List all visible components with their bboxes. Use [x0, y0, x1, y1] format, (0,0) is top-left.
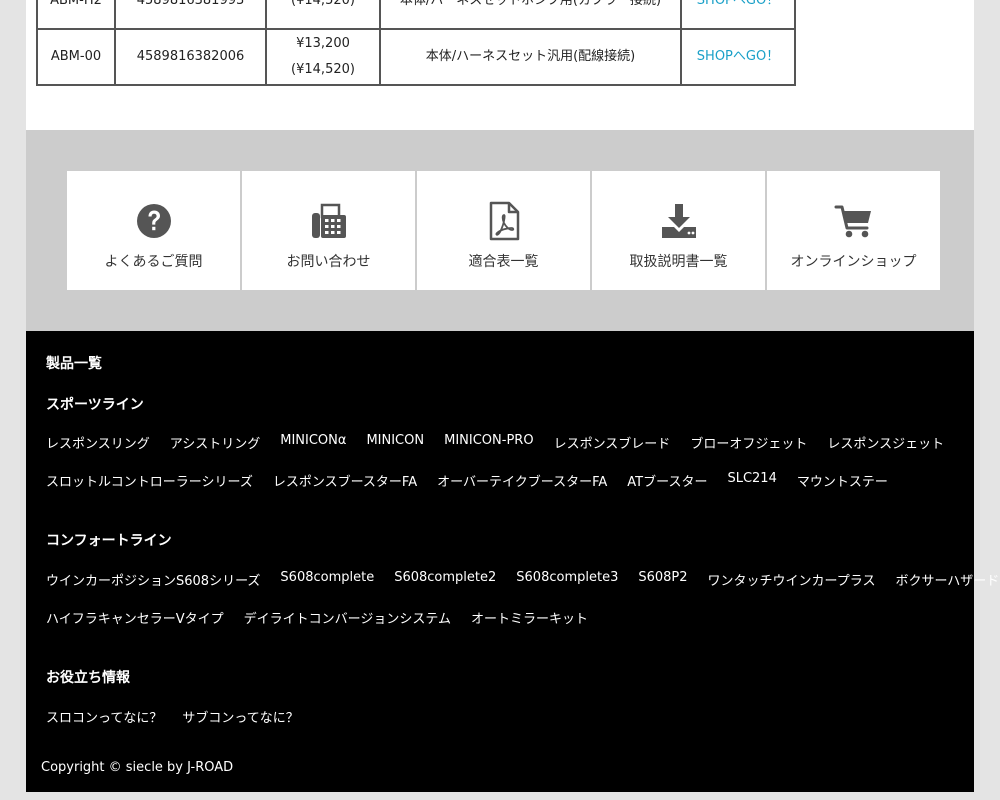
pdf-file-icon [484, 201, 524, 241]
online-shop-card[interactable]: オンラインショップ [767, 171, 940, 290]
footer-link[interactable]: レスポンスジェット [827, 433, 944, 452]
quick-links: よくあるご質問 お問い合わせ 適合表一覧 取扱説明書一覧 オンラインショップ [67, 171, 940, 290]
price-cell: (¥14,520) [265, 0, 381, 30]
footer-link[interactable]: マウントステー [797, 471, 888, 490]
footer-link[interactable]: レスポンスリング [46, 433, 150, 452]
sports-line-heading: スポーツライン [46, 397, 144, 413]
jan-cell: 4589816382006 [114, 28, 267, 86]
products-heading: 製品一覧 [46, 356, 102, 372]
faq-label: よくあるご質問 [104, 254, 203, 270]
comfort-line-row-2: ハイフラキャンセラーVタイプ デイライトコンバージョンシステム オートミラーキッ… [46, 608, 608, 627]
compatibility-card[interactable]: 適合表一覧 [417, 171, 590, 290]
footer-link[interactable]: MINICON [366, 433, 424, 452]
footer-link[interactable]: S608complete3 [516, 570, 618, 589]
shop-cell: SHOPへGO！ [680, 0, 796, 30]
compatibility-label: 適合表一覧 [468, 254, 539, 270]
footer-link[interactable]: SLC214 [727, 471, 776, 490]
price-cell: ¥13,200 (¥14,520) [265, 28, 381, 86]
faq-card[interactable]: よくあるご質問 [67, 171, 240, 290]
footer-link[interactable]: ワンタッチウインカープラス [708, 570, 876, 589]
footer-link[interactable]: ハイフラキャンセラーVタイプ [46, 608, 224, 627]
footer-link[interactable]: アシストリング [170, 433, 260, 452]
page: ABM-H2 4589816381993 (¥14,520) 本体/ハーネスセッ… [26, 0, 999, 792]
contact-label: お問い合わせ [286, 254, 371, 270]
footer-link[interactable]: レスポンスブースターFA [273, 471, 417, 490]
footer: 製品一覧 スポーツライン レスポンスリング アシストリング MINICONα M… [26, 331, 999, 792]
manuals-card[interactable]: 取扱説明書一覧 [592, 171, 765, 290]
footer-link[interactable]: S608complete2 [394, 570, 496, 589]
footer-link[interactable]: スロットルコントローラーシリーズ [46, 471, 253, 490]
table-row: ABM-00 4589816382006 ¥13,200 (¥14,520) 本… [36, 28, 796, 86]
shop-link[interactable]: SHOPへGO！ [697, 0, 779, 8]
footer-link[interactable]: S608complete [280, 570, 374, 589]
footer-link[interactable]: オートミラーキット [471, 608, 588, 627]
sports-line-row-2: スロットルコントローラーシリーズ レスポンスブースターFA オーバーテイクブース… [46, 471, 908, 490]
price-with-tax: (¥14,520) [291, 62, 355, 77]
online-shop-label: オンラインショップ [790, 254, 917, 270]
jan-cell: 4589816381993 [114, 0, 267, 30]
manuals-label: 取扱説明書一覧 [629, 254, 728, 270]
description-cell: 本体/ハーネスセットポンプ用(カプラー接続) [379, 0, 682, 30]
fax-icon [309, 201, 349, 241]
model-cell: ABM-H2 [36, 0, 116, 30]
footer-link[interactable]: サブコンってなに？ [182, 707, 298, 726]
model-cell: ABM-00 [36, 28, 116, 86]
footer-link[interactable]: ATブースター [627, 471, 707, 490]
price: ¥13,200 [296, 36, 350, 51]
quick-links-band: よくあるご質問 お問い合わせ 適合表一覧 取扱説明書一覧 オンラインショップ [26, 130, 974, 331]
footer-link[interactable]: MINICON-PRO [444, 433, 533, 452]
footer-link[interactable]: ウインカーポジションS608シリーズ [46, 570, 260, 589]
footer-link[interactable]: ボクサーハザード [896, 570, 1000, 589]
sports-line-row-1: レスポンスリング アシストリング MINICONα MINICON MINICO… [46, 433, 964, 452]
shop-cell: SHOPへGO！ [680, 28, 796, 86]
footer-link[interactable]: スロコンってなに？ [46, 707, 162, 726]
footer-link[interactable]: MINICONα [280, 433, 346, 452]
table-row: ABM-H2 4589816381993 (¥14,520) 本体/ハーネスセッ… [36, 0, 796, 30]
product-table: ABM-H2 4589816381993 (¥14,520) 本体/ハーネスセッ… [36, 0, 796, 86]
question-circle-icon [134, 201, 174, 241]
download-icon [659, 201, 699, 241]
footer-link[interactable]: レスポンスブレード [554, 433, 671, 452]
useful-info-heading: お役立ち情報 [46, 670, 130, 686]
useful-info-row: スロコンってなに？ サブコンってなに？ [46, 707, 319, 726]
shop-link[interactable]: SHOPへGO！ [697, 49, 779, 64]
contact-card[interactable]: お問い合わせ [242, 171, 415, 290]
comfort-line-row-1: ウインカーポジションS608シリーズ S608complete S608comp… [46, 570, 1000, 589]
cart-icon [834, 201, 874, 241]
footer-link[interactable]: オーバーテイクブースターFA [437, 471, 607, 490]
copyright: Copyright © siecle by J-ROAD [41, 760, 234, 775]
description-cell: 本体/ハーネスセット汎用(配線接続) [379, 28, 682, 86]
product-table-area: ABM-H2 4589816381993 (¥14,520) 本体/ハーネスセッ… [26, 0, 974, 130]
footer-link[interactable]: ブローオフジェット [690, 433, 807, 452]
comfort-line-heading: コンフォートライン [46, 533, 172, 549]
footer-link[interactable]: S608P2 [638, 570, 687, 589]
footer-link[interactable]: デイライトコンバージョンシステム [244, 608, 451, 627]
price-with-tax: (¥14,520) [291, 0, 355, 8]
